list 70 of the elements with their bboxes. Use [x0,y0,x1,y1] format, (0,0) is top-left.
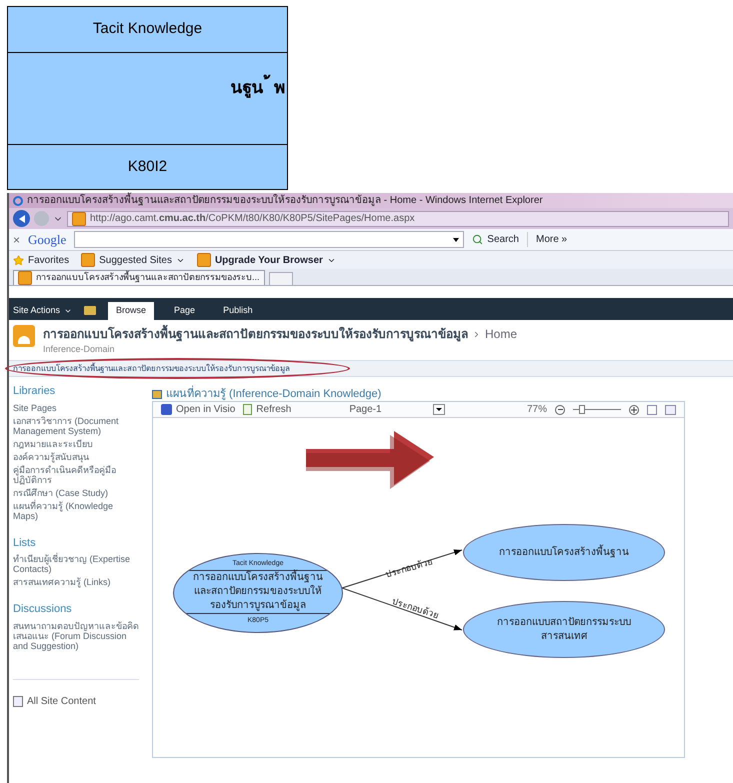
favorites-bar-item[interactable]: Favorites [13,252,70,268]
search-icon [472,234,484,245]
nav-link[interactable]: เอกสารวิชาการ (Document Management System) [13,416,139,436]
ribbon-tab[interactable]: Page [166,302,204,320]
browser-tab[interactable]: การออกแบบโครงสร้างพื้นฐานและสถาปัตยกรรมของระบ... [13,270,265,285]
nav-section-heading[interactable]: Libraries [13,383,139,400]
zoom-out-icon[interactable] [555,404,565,414]
nav-link[interactable]: แผนที่ความรู้ (Knowledge Maps) [13,500,139,520]
web-part-title: แผนที่ความรู้ (Inference-Domain Knowledge) [166,386,382,402]
site-icon [18,271,32,285]
block-arrow-icon [306,431,436,489]
zoom-slider[interactable] [573,404,621,414]
nav-section-heading[interactable]: Discussions [13,601,139,618]
page-select[interactable]: Page-1 [349,403,446,416]
nav-link[interactable]: สนทนาถามตอบปัญหาและข้อคิดเสนอแนะ (Forum Discussion and Suggestion) [13,620,139,650]
shape-footer: K80I2 [8,145,287,189]
zoom-slider-thumb[interactable] [579,405,586,414]
nav-link[interactable]: ทำเนียบผู้เชี่ยวชาญ (Expertise Contacts) [13,554,139,574]
site-logo-icon [13,325,35,347]
star-icon [13,254,24,266]
dropdown-caret-icon [453,238,460,242]
nav-link[interactable]: คู่มือการดำเนินคดีหรือคู่มือปฏิบัติการ [13,464,139,484]
nav-link[interactable]: กฎหมายและระเบียบ [13,438,139,448]
favorites-bar-item[interactable]: Upgrade Your Browser [196,252,336,268]
folder-icon[interactable] [84,306,96,315]
caret-icon [64,307,72,315]
shape-header: Tacit Knowledge [8,7,287,53]
address-bar[interactable]: http://ago.camt.cmu.ac.th/CoPKM/t80/K80/K80P5/SitePages/Home.aspx [67,210,729,226]
search-button[interactable]: Search [472,232,519,247]
browser-logo-icon [13,196,23,206]
refresh-icon [243,404,252,415]
site-subtitle: Inference-Domain [43,343,116,356]
refresh-button[interactable]: Refresh [243,402,292,417]
more-button[interactable]: More » [526,232,568,247]
nav-link[interactable]: สารสนเทศความรู้ (Links) [13,577,139,587]
breadcrumb-separator-icon [472,330,481,338]
dropdown-caret-icon [433,404,446,415]
ribbon-tab[interactable]: Publish [215,302,261,320]
google-search-field[interactable] [74,231,464,248]
web-part-icon [152,390,162,398]
site-title[interactable]: การออกแบบโครงสร้างพื้นฐานและสถาปัตยกรรมของระบบให้รองรับการบูรณาข้อมูล [43,325,468,343]
site-icon [72,212,86,226]
zoom-level: 77% [526,403,547,417]
back-button[interactable] [13,210,30,227]
nav-section-heading[interactable]: Lists [13,534,139,551]
ribbon-tab[interactable]: Browse [108,302,154,320]
back-arrow-icon [18,214,24,222]
visio-icon [161,404,172,415]
shape-text: นฐูน ้ พ [230,75,285,100]
address-url: http://ago.camt.cmu.ac.th/CoPKM/t80/K80/K80P5/SitePages/Home.aspx [90,212,415,226]
node-text: การออกแบบโครงสร้างพื้นฐานและสถาปัตยกรรมของระบบให้รองรับการบูรณาข้อมูล [183,570,333,614]
nav-link[interactable]: องค์ความรู้สนับสนุน [13,452,139,462]
zoom-in-icon[interactable] [629,404,639,414]
close-toolbar-mark[interactable]: × [13,230,20,248]
open-in-visio-button[interactable]: Open in Visio [161,402,236,417]
nav-link[interactable]: Site Pages [13,402,139,412]
site-icon [196,253,211,267]
document-icon [13,696,23,706]
favorites-bar-item[interactable]: Suggested Sites [81,252,185,268]
full-screen-icon[interactable] [665,404,676,414]
nav-link[interactable]: กรณีศึกษา (Case Study) [13,488,139,498]
fit-page-icon[interactable] [647,404,657,414]
site-actions-menu[interactable]: Site Actions [13,302,72,320]
diagram-node: การออกแบบสถาปัตยกรรมระบบสารสนเทศ [463,601,665,658]
google-logo: Google [28,230,66,249]
all-site-content-link[interactable]: All Site Content [27,694,96,708]
diagram-node: การออกแบบโครงสร้างพื้นฐาน [463,524,665,581]
site-icon [81,253,96,267]
window-title: การออกแบบโครงสร้างพื้นฐานและสถาปัตยกรรมของระบบให้รองรับการบูรณาข้อมูล - Home - Windows Internet Explorer [27,193,543,208]
page-title: Home [485,326,518,343]
